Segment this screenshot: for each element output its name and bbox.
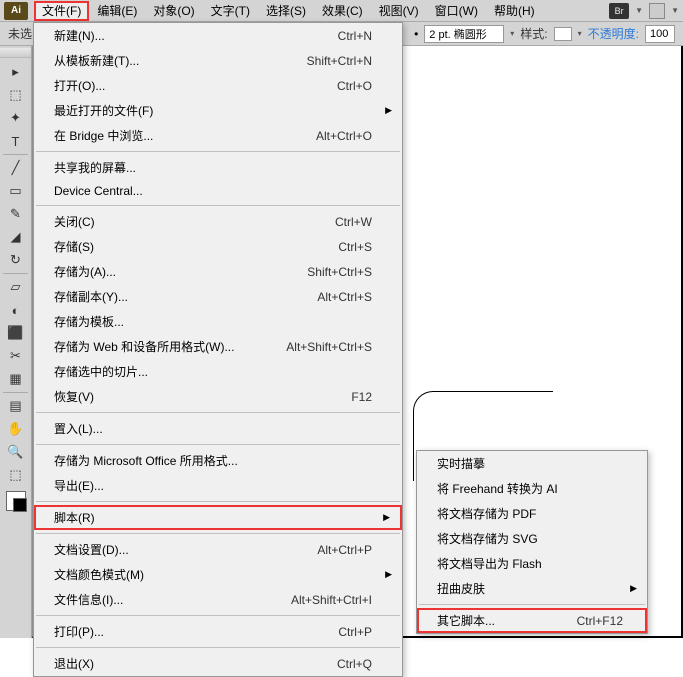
opacity-label: 不透明度: [588, 25, 639, 42]
dropdown-arrow-icon[interactable]: ▾ [578, 29, 582, 38]
stroke-input[interactable] [424, 25, 504, 43]
menu-效果(C)[interactable]: 效果(C) [314, 1, 371, 21]
tool-12[interactable]: ✂ [4, 345, 28, 367]
app-icon: Ai [4, 2, 28, 20]
tool-7[interactable]: ◢ [4, 226, 28, 248]
submenu-item-实时描摹[interactable]: 实时描摹 [417, 451, 647, 476]
dot-icon: • [414, 27, 418, 41]
menu-帮助(H)[interactable]: 帮助(H) [486, 1, 543, 21]
arrange-icon[interactable] [649, 3, 665, 19]
submenu-arrow-icon: ▶ [385, 105, 392, 116]
menu-item-最近打开的文件(F)[interactable]: 最近打开的文件(F)▶ [34, 98, 402, 123]
style-swatch[interactable] [554, 27, 572, 41]
dropdown-arrow-icon[interactable]: ▼ [671, 6, 679, 15]
toolbox: ▸⬚✦T╱▭✎◢↻▱◐⬛✂▦▤✋🔍⬚ [0, 46, 32, 638]
tool-0[interactable]: ▸ [4, 61, 28, 83]
submenu-arrow-icon: ▶ [630, 583, 637, 594]
dropdown-arrow-icon[interactable]: ▼ [635, 6, 643, 15]
menu-item-导出(E)...[interactable]: 导出(E)... [34, 473, 402, 498]
file-menu-dropdown: 新建(N)...Ctrl+N从模板新建(T)...Shift+Ctrl+N打开(… [33, 22, 403, 677]
tool-14[interactable]: ▤ [4, 395, 28, 417]
submenu-item-将文档导出为 Flash[interactable]: 将文档导出为 Flash [417, 551, 647, 576]
style-label: 样式: [520, 25, 547, 42]
submenu-item-将文档存储为 PDF[interactable]: 将文档存储为 PDF [417, 501, 647, 526]
menu-item-文档颜色模式(M)[interactable]: 文档颜色模式(M)▶ [34, 562, 402, 587]
tool-9[interactable]: ▱ [4, 276, 28, 298]
menu-item-打开(O)...[interactable]: 打开(O)...Ctrl+O [34, 73, 402, 98]
tool-3[interactable]: T [4, 130, 28, 152]
menu-item-退出(X)[interactable]: 退出(X)Ctrl+Q [34, 651, 402, 676]
submenu-item-将 Freehand 转换为 AI[interactable]: 将 Freehand 转换为 AI [417, 476, 647, 501]
menu-item-存储为 Microsoft Office 所用格式...[interactable]: 存储为 Microsoft Office 所用格式... [34, 448, 402, 473]
opacity-input[interactable] [645, 25, 675, 43]
tool-4[interactable]: ╱ [4, 157, 28, 179]
menu-选择(S)[interactable]: 选择(S) [258, 1, 314, 21]
tool-1[interactable]: ⬚ [4, 84, 28, 106]
menu-item-存储为(A)...[interactable]: 存储为(A)...Shift+Ctrl+S [34, 259, 402, 284]
tool-17[interactable]: ⬚ [4, 464, 28, 486]
tool-13[interactable]: ▦ [4, 368, 28, 390]
fill-stroke-swatch[interactable] [6, 491, 26, 511]
menu-item-Device Central...[interactable]: Device Central... [34, 180, 402, 202]
script-submenu: 实时描摹将 Freehand 转换为 AI将文档存储为 PDF将文档存储为 SV… [416, 450, 648, 634]
menu-item-恢复(V)[interactable]: 恢复(V)F12 [34, 384, 402, 409]
submenu-item-扭曲皮肤[interactable]: 扭曲皮肤▶ [417, 576, 647, 601]
menu-窗口(W)[interactable]: 窗口(W) [427, 1, 486, 21]
menu-item-存储(S)[interactable]: 存储(S)Ctrl+S [34, 234, 402, 259]
menu-item-在 Bridge 中浏览...[interactable]: 在 Bridge 中浏览...Alt+Ctrl+O [34, 123, 402, 148]
tool-15[interactable]: ✋ [4, 418, 28, 440]
menubar: Ai 文件(F)编辑(E)对象(O)文字(T)选择(S)效果(C)视图(V)窗口… [0, 0, 683, 22]
menu-对象(O)[interactable]: 对象(O) [145, 1, 202, 21]
menu-item-文件信息(I)...[interactable]: 文件信息(I)...Alt+Shift+Ctrl+I [34, 587, 402, 612]
tool-16[interactable]: 🔍 [4, 441, 28, 463]
menu-item-打印(P)...[interactable]: 打印(P)...Ctrl+P [34, 619, 402, 644]
menu-item-文档设置(D)...[interactable]: 文档设置(D)...Alt+Ctrl+P [34, 537, 402, 562]
tool-2[interactable]: ✦ [4, 107, 28, 129]
menubar-right: Br ▼ ▼ [609, 3, 679, 19]
menu-item-存储为 Web 和设备所用格式(W)...[interactable]: 存储为 Web 和设备所用格式(W)...Alt+Shift+Ctrl+S [34, 334, 402, 359]
selection-label: 未选 [8, 25, 32, 42]
menu-item-存储为模板...[interactable]: 存储为模板... [34, 309, 402, 334]
menu-item-置入(L)...[interactable]: 置入(L)... [34, 416, 402, 441]
menu-编辑(E)[interactable]: 编辑(E) [89, 1, 145, 21]
menu-item-新建(N)...[interactable]: 新建(N)...Ctrl+N [34, 23, 402, 48]
menu-item-从模板新建(T)...[interactable]: 从模板新建(T)...Shift+Ctrl+N [34, 48, 402, 73]
submenu-arrow-icon: ▶ [383, 512, 390, 523]
tool-11[interactable]: ⬛ [4, 322, 28, 344]
tool-8[interactable]: ↻ [4, 249, 28, 271]
tool-10[interactable]: ◐ [4, 299, 28, 321]
menu-视图(V)[interactable]: 视图(V) [371, 1, 427, 21]
menu-item-关闭(C)[interactable]: 关闭(C)Ctrl+W [34, 209, 402, 234]
submenu-arrow-icon: ▶ [385, 569, 392, 580]
toolbox-grip[interactable] [0, 48, 31, 58]
submenu-item-其它脚本...[interactable]: 其它脚本...Ctrl+F12 [417, 608, 647, 633]
menu-item-脚本(R)[interactable]: 脚本(R)▶ [34, 505, 402, 530]
dropdown-arrow-icon[interactable]: ▾ [510, 29, 514, 38]
menu-item-存储副本(Y)...[interactable]: 存储副本(Y)...Alt+Ctrl+S [34, 284, 402, 309]
menu-文件(F)[interactable]: 文件(F) [34, 1, 89, 21]
menu-文字(T)[interactable]: 文字(T) [203, 1, 258, 21]
tool-5[interactable]: ▭ [4, 180, 28, 202]
menu-item-存储选中的切片...[interactable]: 存储选中的切片... [34, 359, 402, 384]
submenu-item-将文档存储为 SVG[interactable]: 将文档存储为 SVG [417, 526, 647, 551]
menu-item-共享我的屏幕...[interactable]: 共享我的屏幕... [34, 155, 402, 180]
bridge-icon[interactable]: Br [609, 3, 629, 19]
tool-6[interactable]: ✎ [4, 203, 28, 225]
